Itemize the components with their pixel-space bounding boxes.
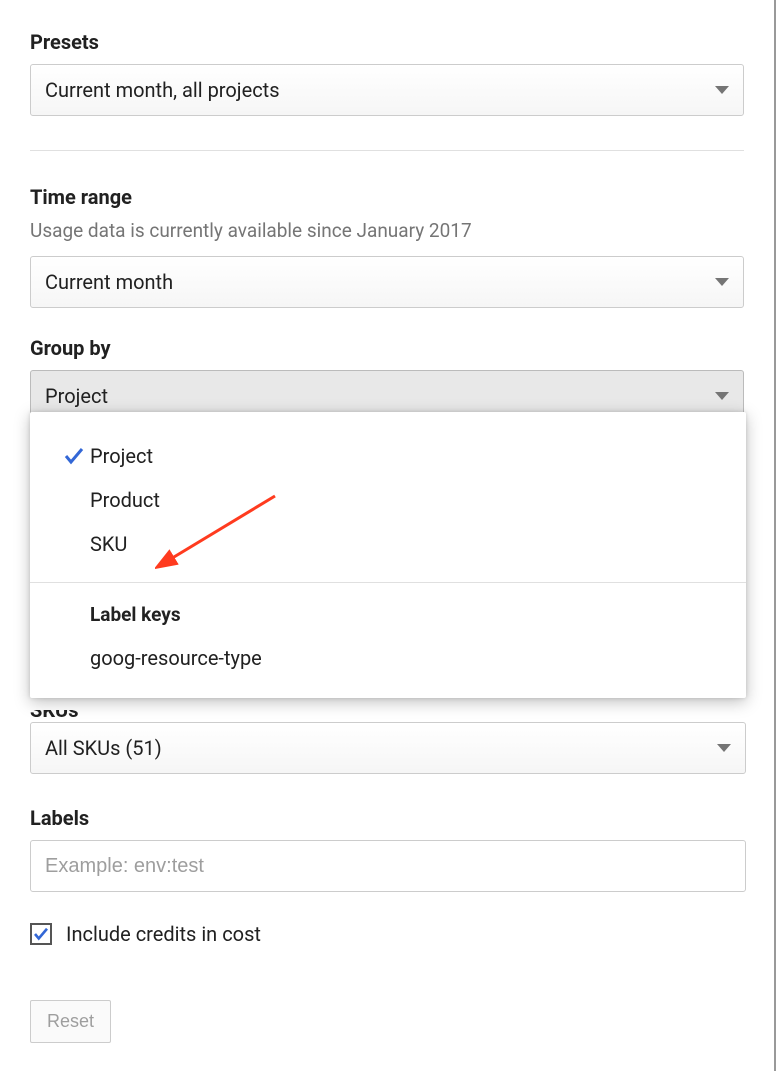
labels-section: Labels — [30, 806, 746, 892]
time-range-value: Current month — [45, 270, 173, 294]
dropdown-option-project[interactable]: Project — [30, 434, 746, 478]
group-by-dropdown: Project Product SKU Label keys goog-reso… — [30, 412, 746, 698]
skus-section: All SKUs (51) — [30, 722, 746, 774]
chevron-down-icon — [715, 278, 729, 286]
time-range-hint: Usage data is currently available since … — [30, 219, 744, 242]
reset-label: Reset — [47, 1011, 94, 1031]
option-label: Product — [90, 488, 160, 512]
time-range-section: Time range Usage data is currently avail… — [30, 185, 744, 308]
time-range-select[interactable]: Current month — [30, 256, 744, 308]
presets-section: Presets Current month, all projects — [30, 30, 744, 116]
include-credits-label: Include credits in cost — [66, 922, 261, 946]
option-label: SKU — [90, 532, 127, 556]
group-by-value: Project — [45, 384, 108, 408]
labels-label: Labels — [30, 806, 746, 830]
option-label: goog-resource-type — [90, 646, 262, 670]
dropdown-option-product[interactable]: Product — [30, 478, 746, 522]
dropdown-option-goog-resource-type[interactable]: goog-resource-type — [30, 636, 746, 680]
skus-select[interactable]: All SKUs (51) — [30, 722, 746, 774]
dropdown-option-sku[interactable]: SKU — [30, 522, 746, 566]
time-range-label: Time range — [30, 185, 744, 209]
skus-value: All SKUs (51) — [45, 736, 162, 760]
reset-button[interactable]: Reset — [30, 1000, 111, 1043]
include-credits-row[interactable]: Include credits in cost — [30, 922, 261, 946]
group-by-label: Group by — [30, 336, 744, 360]
chevron-down-icon — [717, 744, 731, 752]
checkbox-icon — [30, 923, 52, 945]
check-icon — [58, 444, 90, 468]
presets-label: Presets — [30, 30, 744, 54]
chevron-down-icon — [715, 392, 729, 400]
group-by-section: Group by Project — [30, 336, 744, 422]
option-label: Project — [90, 444, 153, 468]
label-keys-header: Label keys — [30, 597, 746, 636]
presets-value: Current month, all projects — [45, 78, 280, 102]
chevron-down-icon — [715, 86, 729, 94]
labels-input[interactable] — [30, 840, 746, 892]
dropdown-divider — [30, 582, 746, 583]
divider — [30, 150, 744, 151]
presets-select[interactable]: Current month, all projects — [30, 64, 744, 116]
